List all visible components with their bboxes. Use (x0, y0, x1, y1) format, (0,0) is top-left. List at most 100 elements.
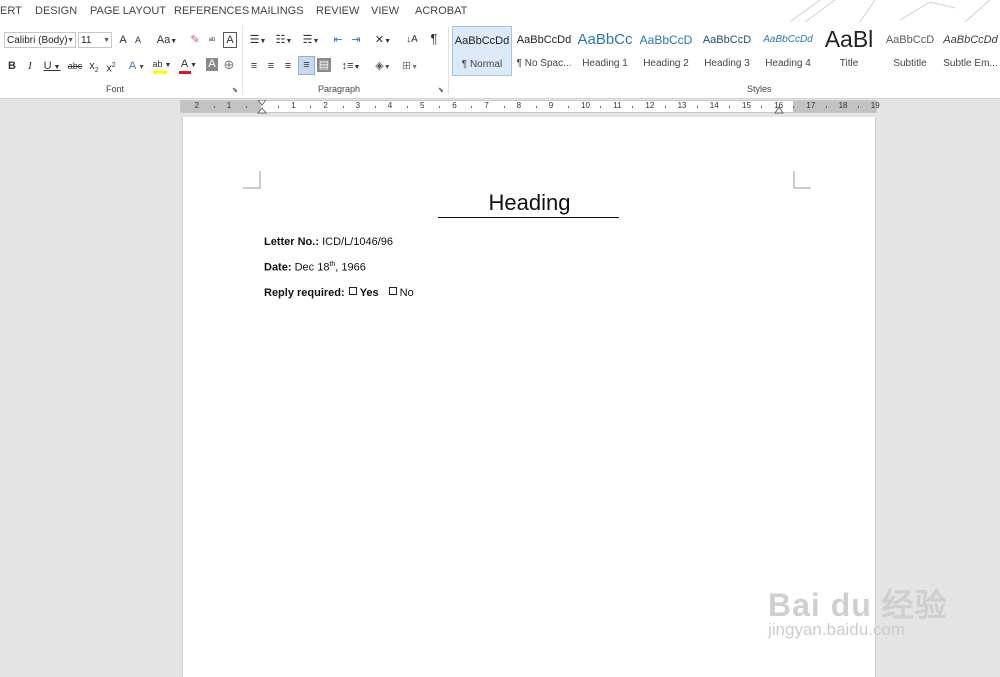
tab-design[interactable]: DESIGN (35, 5, 77, 17)
ruler-tick (503, 106, 505, 108)
reply-line: Reply required: Yes No (264, 287, 414, 299)
change-case-label: Aa (156, 34, 171, 46)
multilevel-list-button[interactable]: ☴▼ (300, 32, 322, 48)
ruler-label: 19 (870, 101, 880, 110)
justify-icon[interactable]: ≡ (298, 56, 315, 75)
style-name: Subtle Em... (943, 58, 998, 69)
margin-corner-mark (793, 171, 811, 189)
style-subtitle[interactable]: AaBbCcD Subtitle (880, 26, 940, 76)
tab-review[interactable]: REVIEW (316, 5, 359, 17)
bold-button[interactable]: B (6, 58, 18, 74)
font-group-label: Font (106, 84, 125, 94)
checkbox-yes-icon[interactable] (348, 287, 357, 295)
letter-number-label: Letter No.: (264, 236, 319, 248)
style-normal[interactable]: AaBbCcDd ¶ Normal (452, 26, 512, 76)
clear-formatting-icon[interactable]: ✎ (188, 32, 202, 48)
group-separator (448, 26, 449, 94)
style-name: ¶ Normal (461, 59, 503, 70)
character-border-button[interactable]: A (223, 32, 237, 48)
underline-button[interactable]: U ▼ (41, 58, 63, 74)
tab-references[interactable]: REFERENCES (174, 5, 249, 17)
font-size-combo[interactable]: 11 ▼ (78, 32, 112, 48)
ruler-tick (761, 106, 763, 108)
line-spacing-button[interactable]: ↕≡▼ (340, 58, 362, 74)
ruler-label: 14 (709, 101, 719, 110)
ruler-label: 10 (581, 101, 590, 110)
tab-page-layout[interactable]: PAGE LAYOUT (90, 5, 166, 17)
ruler-tick (696, 106, 698, 108)
character-shading-button[interactable]: A (206, 58, 218, 71)
ruler-tick (471, 106, 473, 108)
tab-insert[interactable]: ERT (0, 5, 22, 17)
ruler-tick (825, 106, 827, 108)
date-value: Dec 18 (294, 261, 330, 274)
reply-yes-label: Yes (359, 287, 379, 299)
styles-group-label: Styles (747, 84, 772, 94)
style-subtle-emphasis[interactable]: AaBbCcDd Subtle Em... (941, 26, 1000, 76)
horizontal-ruler[interactable]: 2 1 1 2 3 4 5 6 7 8 9 10 11 12 13 14 15 16 17 18 19 (180, 100, 880, 114)
ruler-label: 1 (226, 101, 232, 110)
strikethrough-button[interactable]: abc (67, 58, 83, 74)
style-heading-1[interactable]: AaBbCc Heading 1 (575, 26, 635, 76)
date-line: Date: Dec 18th, 1966 (264, 261, 366, 274)
ruler-tick (278, 106, 280, 108)
sort-icon[interactable]: ↓A (405, 32, 419, 48)
phonetic-guide-icon[interactable]: ᵃᵇ (205, 32, 219, 48)
ruler-tick (439, 106, 441, 108)
reply-label: Reply required: (264, 287, 345, 299)
change-case-button[interactable]: Aa▼ (155, 32, 179, 48)
style-sample: AaBbCc (577, 31, 633, 48)
subscript-button[interactable]: x2 (87, 58, 101, 74)
right-indent-marker-icon[interactable] (774, 104, 784, 114)
tab-acrobat[interactable]: ACROBAT (415, 5, 467, 17)
shrink-font-label: A (134, 35, 141, 45)
highlight-color-swatch (153, 71, 167, 74)
style-no-spacing[interactable]: AaBbCcDd ¶ No Spac... (514, 26, 574, 76)
superscript-button[interactable]: x2 (104, 58, 118, 75)
font-color-button[interactable]: A ▼ (178, 56, 200, 72)
ruler-label: 9 (548, 101, 554, 110)
italic-button[interactable]: I (24, 58, 36, 74)
enclose-characters-icon[interactable]: ⊕ (222, 57, 236, 73)
shading-button[interactable]: ◈▼ (372, 58, 394, 74)
ruler-tick (374, 106, 376, 108)
increase-indent-icon[interactable]: ⇥ (349, 32, 363, 48)
distributed-icon[interactable]: ▤ (317, 58, 331, 72)
indent-marker-icon[interactable] (257, 100, 267, 114)
style-heading-3[interactable]: AaBbCcD Heading 3 (697, 26, 757, 76)
borders-button[interactable]: ⊞▼ (398, 58, 422, 74)
style-sample: AaBbCcDd (943, 34, 998, 46)
ruler-tick (213, 106, 215, 108)
style-heading-2[interactable]: AaBbCcD Heading 2 (636, 26, 696, 76)
style-sample: AaBbCcDd (516, 34, 572, 46)
style-name: ¶ No Spac... (516, 58, 572, 69)
font-dialog-launcher-icon[interactable]: ⬊ (232, 86, 238, 94)
subscript-digit: 2 (94, 67, 99, 75)
tab-view[interactable]: VIEW (371, 5, 399, 17)
style-heading-4[interactable]: AaBbCcDd Heading 4 (758, 26, 818, 76)
paragraph-dialog-launcher-icon[interactable]: ⬊ (438, 86, 444, 94)
align-left-icon[interactable]: ≡ (248, 58, 260, 74)
chevron-down-icon: ▼ (67, 37, 74, 44)
align-right-icon[interactable]: ≡ (282, 58, 294, 74)
document-heading: Heading (488, 190, 571, 215)
group-separator (242, 26, 243, 94)
tab-mailings[interactable]: MAILINGS (251, 5, 304, 17)
numbering-button[interactable]: ☷▼ (273, 32, 295, 48)
asian-layout-button[interactable]: ✕▼ (372, 32, 394, 48)
grow-font-button[interactable]: A (117, 32, 129, 48)
align-center-icon[interactable]: ≡ (265, 58, 277, 74)
bullets-button[interactable]: ☰▼ (247, 32, 269, 48)
decrease-indent-icon[interactable]: ⇤ (331, 32, 345, 48)
ruler-tick (310, 106, 312, 108)
highlight-button[interactable]: ab ▼ (151, 56, 173, 72)
character-shading-label: A (208, 58, 216, 70)
shrink-font-button[interactable]: A (132, 32, 144, 48)
text-effects-button[interactable]: A ▼ (127, 58, 147, 74)
style-title[interactable]: AaBl Title (819, 26, 879, 76)
checkbox-no-icon[interactable] (388, 287, 397, 295)
ruler-tick (793, 106, 795, 108)
show-formatting-button[interactable]: ¶ (428, 31, 440, 47)
font-name-combo[interactable]: Calibri (Body) ▼ (4, 32, 76, 48)
ribbon-home: Calibri (Body) ▼ 11 ▼ A A Aa▼ ✎ ᵃᵇ A B I U… (0, 22, 1000, 99)
